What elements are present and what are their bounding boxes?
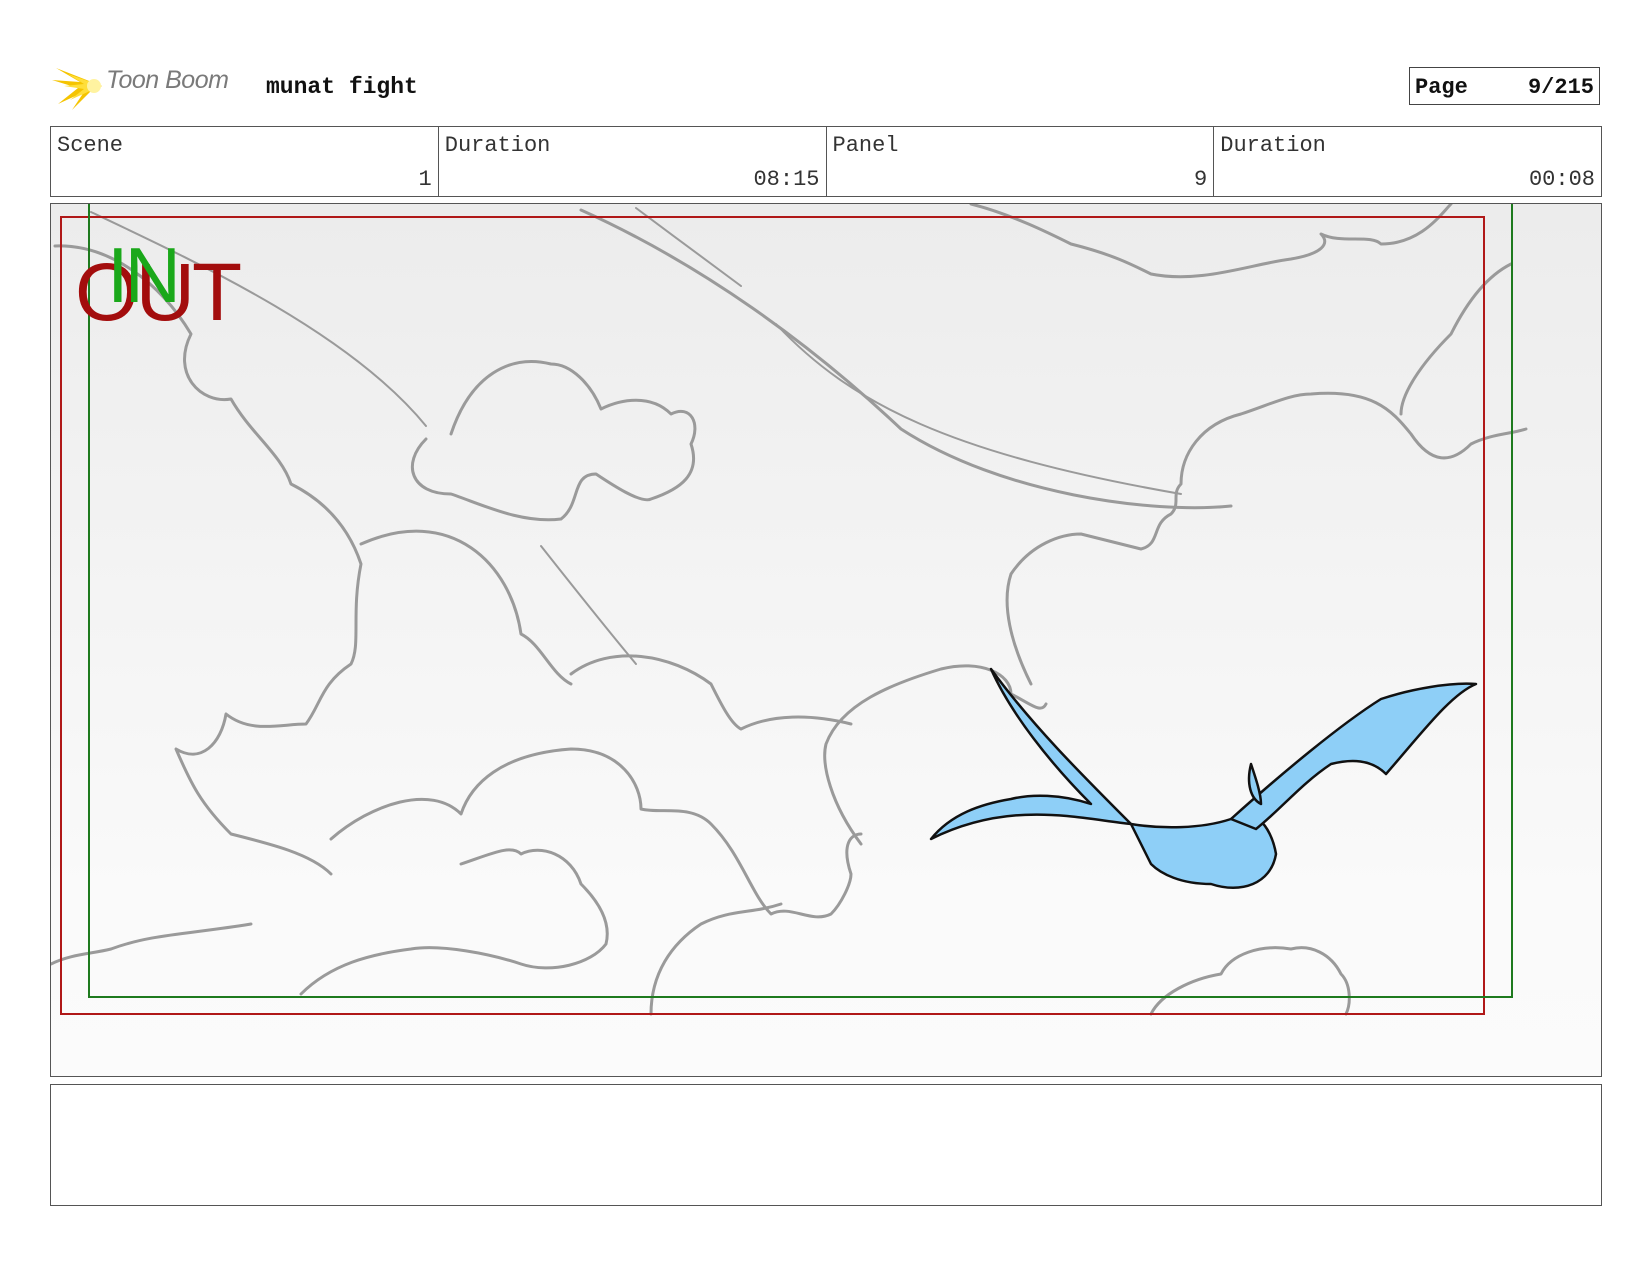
cloud-outline bbox=[1005, 391, 1528, 686]
cloud-outline bbox=[53, 244, 363, 876]
panel-cell: Panel 9 bbox=[827, 127, 1215, 196]
panel-duration-cell: Duration 00:08 bbox=[1214, 127, 1601, 196]
cloud-outline bbox=[329, 747, 863, 919]
page-indicator: Page 9/215 bbox=[1409, 67, 1600, 105]
cloud-outline bbox=[1149, 946, 1351, 1016]
cloud-outline bbox=[823, 664, 1048, 846]
cloud-outline bbox=[51, 922, 253, 966]
starburst-logo-icon bbox=[52, 68, 102, 110]
sky-streak bbox=[540, 545, 637, 665]
scene-label: Scene bbox=[57, 133, 124, 158]
cloud-outline bbox=[410, 360, 697, 522]
storyboard-header: Toon Boom munat fight Page 9/215 bbox=[50, 58, 1600, 110]
scene-cell: Scene 1 bbox=[51, 127, 439, 196]
panel-label: Panel bbox=[832, 133, 899, 158]
creature-right-wing bbox=[1229, 682, 1478, 831]
scene-duration-cell: Duration 08:15 bbox=[439, 127, 827, 196]
scene-duration-value: 08:15 bbox=[753, 167, 820, 192]
toon-boom-logo: Toon Boom bbox=[50, 60, 250, 110]
out-frame-border bbox=[60, 216, 1485, 1015]
cloud-outline bbox=[569, 654, 853, 731]
in-frame-label: IN bbox=[107, 231, 181, 319]
flying-creature bbox=[929, 667, 1478, 889]
cloud-outline bbox=[299, 848, 609, 996]
cloud-sketch-lines bbox=[51, 204, 1528, 1016]
sky-streak bbox=[579, 208, 1233, 510]
panel-duration-value: 00:08 bbox=[1528, 167, 1595, 192]
panel-sketch bbox=[51, 204, 1528, 1016]
storyboard-panel-image: OUT IN bbox=[50, 203, 1602, 1077]
panel-value: 9 bbox=[1194, 167, 1208, 192]
cloud-outline bbox=[359, 529, 573, 686]
scene-duration-label: Duration bbox=[444, 133, 551, 158]
panel-duration-label: Duration bbox=[1220, 133, 1326, 158]
scene-value: 1 bbox=[418, 167, 432, 192]
project-title: munat fight bbox=[266, 74, 418, 100]
cloud-outline bbox=[969, 204, 1453, 279]
creature-left-wing bbox=[929, 667, 1133, 841]
cloud-outline bbox=[1399, 262, 1513, 416]
logo-text: Toon Boom bbox=[106, 66, 229, 94]
panel-info-table: Scene 1 Duration 08:15 Panel 9 Duration … bbox=[50, 126, 1602, 197]
page-label: Page bbox=[1415, 75, 1468, 100]
creature-tail bbox=[1247, 762, 1263, 806]
panel-notes-box[interactable] bbox=[50, 1084, 1602, 1206]
page-number: 9/215 bbox=[1527, 75, 1594, 100]
